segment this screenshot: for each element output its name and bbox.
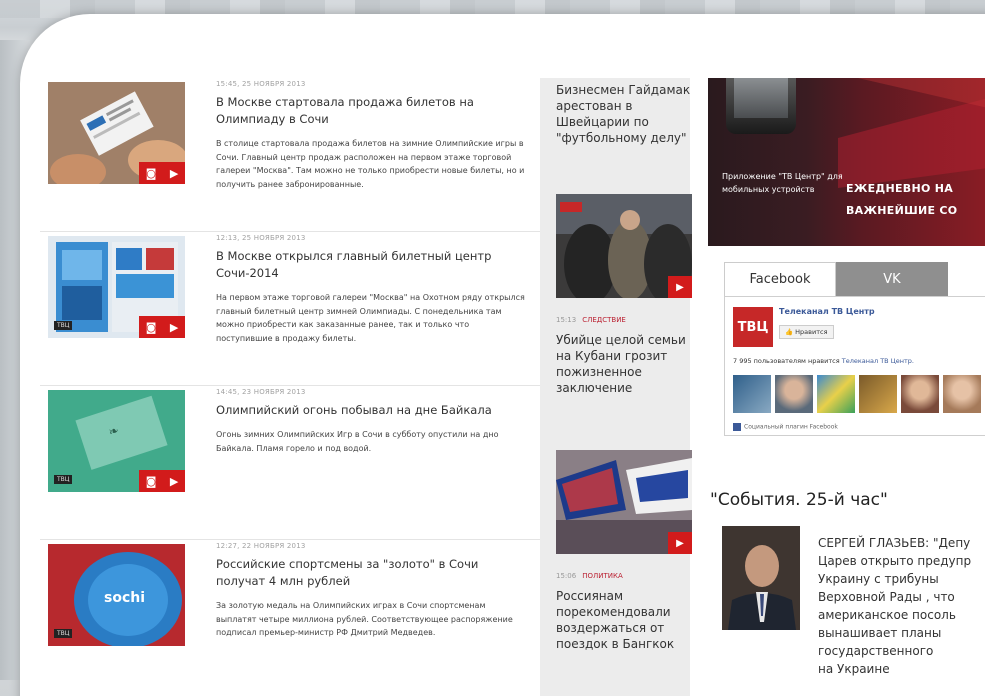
side-news-item[interactable]: Убийце целой семьи на Кубани грозит пожи…: [556, 332, 696, 396]
side-news-thumbnail[interactable]: ▶: [556, 194, 692, 298]
tab-facebook[interactable]: Facebook: [724, 262, 836, 296]
news-title[interactable]: В Москве открылся главный билетный центр…: [216, 248, 526, 282]
side-news-meta: 15:13 СЛЕДСТВИЕ: [556, 316, 626, 324]
play-icon[interactable]: ▶: [668, 532, 692, 554]
likes-count: 7 995 пользователям нравится Телеканал Т…: [733, 357, 914, 365]
play-icon[interactable]: ▶: [170, 321, 178, 334]
side-news-category[interactable]: ПОЛИТИКА: [582, 572, 623, 580]
section-text-line: СЕРГЕЙ ГЛАЗЬЕВ: "Депу: [818, 536, 971, 550]
glazyev-photo[interactable]: [722, 526, 800, 630]
svg-text:sochi: sochi: [104, 590, 145, 606]
camera-icon[interactable]: ◙: [146, 475, 157, 488]
news-thumbnail[interactable]: sochi ТВЦ: [48, 544, 185, 646]
page-card: ◙ ▶ 15:45, 25 НОЯБРЯ 2013 В Москве старт…: [20, 14, 985, 696]
news-body: 12:27, 22 НОЯБРЯ 2013 Российские спортсм…: [216, 542, 526, 640]
news-thumbnail[interactable]: ТВЦ ◙ ▶: [48, 236, 185, 338]
news-date: 15:45, 25 НОЯБРЯ 2013: [216, 80, 306, 88]
news-body: 12:13, 25 НОЯБРЯ 2013 В Москве открылся …: [216, 234, 526, 345]
news-body: 15:45, 25 НОЯБРЯ 2013 В Москве стартовал…: [216, 80, 526, 191]
channel-badge: ТВЦ: [54, 629, 73, 638]
facebook-footer-text: Социальный плагин Facebook: [744, 423, 838, 431]
fan-faces: [733, 375, 981, 413]
news-item[interactable]: ◙ ▶ 15:45, 25 НОЯБРЯ 2013 В Москве старт…: [40, 78, 540, 232]
news-thumbnail[interactable]: ◙ ▶: [48, 82, 185, 184]
facebook-plugin-footer[interactable]: Социальный плагин Facebook: [733, 423, 838, 431]
news-text: В столице стартовала продажа билетов на …: [216, 139, 525, 189]
banner-slogan-line: ВАЖНЕЙШИЕ СО: [846, 204, 958, 217]
likes-count-link[interactable]: Телеканал ТВ Центр.: [842, 357, 914, 365]
banner-slogan: ЕЖЕДНЕВНО НА ВАЖНЕЙШИЕ СО: [846, 178, 957, 222]
side-news-title[interactable]: Бизнесмен Гайдамак арестован в Швейцарии…: [556, 82, 696, 146]
section-text-line: вынашивает планы: [818, 626, 942, 640]
side-news-category[interactable]: СЛЕДСТВИЕ: [582, 316, 626, 324]
social-widget: Facebook VK ТВЦ Телеканал ТВ Центр 👍 Нра…: [724, 262, 985, 436]
media-buttons[interactable]: ◙ ▶: [139, 470, 185, 492]
news-item[interactable]: sochi ТВЦ 12:27, 22 НОЯБРЯ 2013 Российск…: [40, 540, 540, 696]
channel-badge: ТВЦ: [54, 475, 73, 484]
news-title[interactable]: Российские спортсмены за "золото" в Сочи…: [216, 556, 526, 590]
play-icon[interactable]: ▶: [668, 276, 692, 298]
fan-avatar[interactable]: [943, 375, 981, 413]
section-title[interactable]: "События. 25-й час": [710, 490, 888, 510]
media-buttons[interactable]: ◙ ▶: [139, 162, 185, 184]
phone-image: [726, 78, 796, 134]
section-text-line: Украину с трибуны: [818, 572, 939, 586]
side-news-time: 15:06: [556, 572, 577, 580]
like-label: Нравится: [795, 328, 828, 336]
news-date: 14:45, 23 НОЯБРЯ 2013: [216, 388, 306, 396]
news-thumbnail[interactable]: ❧ ТВЦ ◙ ▶: [48, 390, 185, 492]
news-body: 14:45, 23 НОЯБРЯ 2013 Олимпийский огонь …: [216, 388, 526, 455]
play-icon[interactable]: ▶: [170, 167, 178, 180]
portrait-image: [722, 526, 800, 630]
channel-badge: ТВЦ: [54, 321, 73, 330]
likes-count-text: 7 995 пользователям нравится: [733, 357, 842, 365]
banner-slogan-line: ЕЖЕДНЕВНО НА: [846, 182, 954, 195]
section-text-line: Верховной Рады , что: [818, 590, 955, 604]
side-news-item[interactable]: Бизнесмен Гайдамак арестован в Швейцарии…: [556, 82, 696, 146]
tab-vk[interactable]: VK: [836, 262, 948, 296]
news-text: На первом этаже торговой галереи "Москва…: [216, 293, 525, 343]
side-news-title[interactable]: Убийце целой семьи на Кубани грозит пожи…: [556, 332, 696, 396]
news-title[interactable]: В Москве стартовала продажа билетов на О…: [216, 94, 526, 128]
social-tabs: Facebook VK: [724, 262, 985, 296]
side-news-title[interactable]: Россиянам порекомендовали воздержаться о…: [556, 588, 696, 652]
tvc-logo[interactable]: ТВЦ: [733, 307, 773, 347]
news-list: ◙ ▶ 15:45, 25 НОЯБРЯ 2013 В Москве старт…: [40, 78, 540, 696]
news-date: 12:13, 25 НОЯБРЯ 2013: [216, 234, 306, 242]
news-text: За золотую медаль на Олимпийских играх в…: [216, 601, 513, 637]
mobile-app-banner[interactable]: Приложение "ТВ Центр" для мобильных устр…: [708, 78, 985, 246]
section-text-line: американское посоль: [818, 608, 956, 622]
section-text-line: государственного: [818, 644, 934, 658]
like-button[interactable]: 👍 Нравится: [779, 325, 834, 339]
camera-icon[interactable]: ◙: [146, 321, 157, 334]
section-text[interactable]: СЕРГЕЙ ГЛАЗЬЕВ: "Депу Царев открыто пред…: [818, 534, 985, 696]
fan-avatar[interactable]: [775, 375, 813, 413]
fan-avatar[interactable]: [901, 375, 939, 413]
play-icon[interactable]: ▶: [170, 475, 178, 488]
section-text-line: Царев открыто предупр: [818, 554, 972, 568]
side-news-column: Бизнесмен Гайдамак арестован в Швейцарии…: [540, 78, 692, 696]
news-text: Огонь зимних Олимпийских Игр в Сочи в су…: [216, 430, 499, 453]
media-buttons[interactable]: ◙ ▶: [139, 316, 185, 338]
thumbs-up-icon: 👍: [785, 328, 794, 336]
facebook-likebox: ТВЦ Телеканал ТВ Центр 👍 Нравится 7 995 …: [724, 296, 985, 436]
app-promo-text: Приложение "ТВ Центр" для мобильных устр…: [722, 172, 843, 194]
facebook-icon: [733, 423, 741, 431]
news-item[interactable]: ❧ ТВЦ ◙ ▶ 14:45, 23 НОЯБРЯ 2013 Олимпийс…: [40, 386, 540, 540]
side-news-meta: 15:06 ПОЛИТИКА: [556, 572, 623, 580]
camera-icon[interactable]: ◙: [146, 167, 157, 180]
side-news-thumbnail[interactable]: ▶: [556, 450, 692, 554]
news-title[interactable]: Олимпийский огонь побывал на дне Байкала: [216, 402, 526, 419]
section-text-line: на Украине: [818, 662, 890, 676]
news-item[interactable]: ТВЦ ◙ ▶ 12:13, 25 НОЯБРЯ 2013 В Москве о…: [40, 232, 540, 386]
fan-avatar[interactable]: [733, 375, 771, 413]
side-news-time: 15:13: [556, 316, 577, 324]
facebook-page-name[interactable]: Телеканал ТВ Центр: [779, 307, 875, 316]
fan-avatar[interactable]: [859, 375, 897, 413]
side-news-item[interactable]: Россиянам порекомендовали воздержаться о…: [556, 588, 696, 652]
fan-avatar[interactable]: [817, 375, 855, 413]
news-date: 12:27, 22 НОЯБРЯ 2013: [216, 542, 306, 550]
